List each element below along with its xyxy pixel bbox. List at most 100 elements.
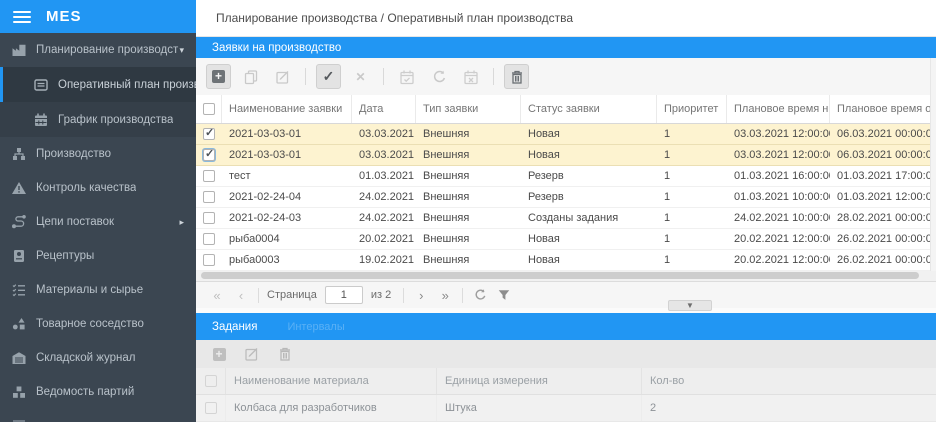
sidebar-item-label: Контроль качества [36, 182, 137, 194]
page-count-label: из 2 [370, 289, 392, 301]
filter-icon [498, 290, 510, 300]
panel-splitter[interactable]: ▼ [196, 300, 936, 313]
toolbar-separator [305, 68, 306, 85]
task-edit-button[interactable] [241, 343, 263, 365]
select-all-cell [196, 368, 226, 394]
horizontal-scrollbar [196, 271, 936, 281]
pagination-separator [258, 287, 259, 303]
table-row[interactable]: 2021-02-24-04 24.02.2021 Внешняя Резерв … [196, 187, 936, 208]
planning-submenu: Оперативный план произв... График произв… [0, 67, 196, 137]
sidebar-item-planning[interactable]: Планирование производства ▾ [0, 33, 196, 67]
hamburger-menu-icon[interactable] [13, 10, 31, 23]
column-header-priority[interactable]: Приоритет [657, 95, 727, 123]
requests-toolbar: + ✓ ✕ [196, 58, 936, 95]
requests-panel-title: Заявки на производство [212, 41, 342, 54]
sidebar-item-partial[interactable] [0, 409, 196, 422]
table-row[interactable]: рыба0003 19.02.2021 Внешняя Новая 1 20.0… [196, 250, 936, 271]
task-delete-button[interactable] [274, 343, 296, 365]
edit-icon [275, 70, 288, 84]
column-header-end[interactable]: Плановое время о... [830, 95, 936, 123]
filter-button[interactable] [493, 288, 515, 302]
row-checkbox[interactable] [203, 233, 215, 245]
tab-intervals[interactable]: Интервалы [287, 321, 344, 333]
refresh-icon [475, 289, 486, 300]
refresh-button[interactable] [426, 64, 451, 89]
sidebar-item-materials[interactable]: Материалы и сырье [0, 273, 196, 307]
toolbar-separator [383, 68, 384, 85]
first-page-button[interactable]: « [206, 288, 228, 303]
sidebar-item-recipes[interactable]: Рецептуры [0, 239, 196, 273]
confirm-button[interactable]: ✓ [316, 64, 341, 89]
tasks-panel-header: Задания Интервалы [196, 313, 936, 340]
breadcrumb: Планирование производства / Оперативный … [196, 0, 936, 37]
row-checkbox[interactable] [203, 147, 215, 161]
sidebar: MES Планирование производства ▾ Оператив… [0, 0, 196, 422]
schedule-confirm-button[interactable] [394, 64, 419, 89]
horizontal-scrollbar-thumb[interactable] [201, 272, 919, 279]
column-header-unit[interactable]: Единица измерения [437, 368, 642, 394]
route-icon [11, 214, 27, 230]
edit-icon [245, 348, 258, 361]
delete-button[interactable] [504, 64, 529, 89]
sidebar-item-label: Производство [36, 148, 111, 160]
refresh-icon [433, 70, 445, 82]
column-header-name[interactable]: Наименование заявки [222, 95, 352, 123]
table-row[interactable]: 2021-02-24-03 24.02.2021 Внешняя Созданы… [196, 208, 936, 229]
table-row[interactable]: Колбаса для разработчиков Штука 2 [196, 395, 936, 422]
add-button[interactable]: + [206, 64, 231, 89]
column-header-date[interactable]: Дата [352, 95, 416, 123]
sidebar-item-batch-register[interactable]: Ведомость партий [0, 375, 196, 409]
row-checkbox[interactable] [203, 191, 215, 203]
row-checkbox[interactable] [203, 126, 215, 140]
checklist-icon [11, 282, 27, 298]
table-row[interactable]: 2021-03-03-01 03.03.2021 Внешняя Новая 1… [196, 145, 936, 166]
collapse-panel-handle[interactable]: ▼ [668, 300, 712, 311]
pagination-separator [462, 287, 464, 303]
sidebar-item-quality-control[interactable]: Контроль качества [0, 171, 196, 205]
collapse-icon: ▼ [686, 300, 694, 310]
row-checkbox[interactable] [203, 212, 215, 224]
table-row[interactable]: тест 01.03.2021 Внешняя Резерв 1 01.03.2… [196, 166, 936, 187]
sidebar-item-operational-plan[interactable]: Оперативный план произв... [0, 67, 196, 102]
pagination-bar: « ‹ Страница из 2 › » [196, 281, 936, 308]
warehouse-icon [11, 350, 27, 366]
edit-button[interactable] [270, 64, 295, 89]
refresh-list-button[interactable] [469, 288, 491, 302]
copy-button[interactable] [238, 64, 263, 89]
tab-tasks[interactable]: Задания [212, 321, 257, 333]
page-label: Страница [267, 289, 317, 301]
column-header-material[interactable]: Наименование материала [226, 368, 437, 394]
calendar-icon [33, 112, 49, 128]
next-page-button[interactable]: › [410, 288, 432, 303]
page-number-input[interactable] [324, 286, 363, 304]
table-row[interactable]: 2021-03-03-01 03.03.2021 Внешняя Новая 1… [196, 124, 936, 145]
row-checkbox[interactable] [203, 170, 215, 182]
task-add-button[interactable]: + [208, 343, 230, 365]
last-page-button[interactable]: » [434, 288, 456, 303]
pagination-separator [403, 287, 405, 303]
column-header-start[interactable]: Плановое время н... [727, 95, 830, 123]
select-all-checkbox[interactable] [202, 103, 215, 115]
prev-page-button[interactable]: ‹ [230, 288, 252, 303]
sidebar-item-warehouse-journal[interactable]: Складской журнал [0, 341, 196, 375]
table-row[interactable]: рыба0004 20.02.2021 Внешняя Новая 1 20.0… [196, 229, 936, 250]
recipe-book-icon [11, 248, 27, 264]
column-header-qty[interactable]: Кол-во [642, 368, 936, 394]
plan-document-icon [33, 77, 49, 93]
cancel-icon: ✕ [355, 69, 366, 84]
sidebar-item-supply-chains[interactable]: Цепи поставок ▸ [0, 205, 196, 239]
sidebar-item-production-schedule[interactable]: График производства [0, 102, 196, 137]
row-checkbox[interactable] [204, 402, 217, 414]
cancel-button[interactable]: ✕ [348, 64, 373, 89]
vertical-scrollbar[interactable] [930, 58, 936, 271]
sidebar-item-product-neighborhood[interactable]: Товарное соседство [0, 307, 196, 341]
column-header-status[interactable]: Статус заявки [521, 95, 657, 123]
sidebar-item-production[interactable]: Производство [0, 137, 196, 171]
trash-icon [280, 347, 290, 361]
schedule-cancel-button[interactable] [458, 64, 483, 89]
sidebar-header: MES [0, 0, 196, 33]
add-icon: + [212, 347, 226, 361]
select-all-checkbox[interactable] [204, 375, 217, 387]
row-checkbox[interactable] [203, 254, 215, 266]
column-header-type[interactable]: Тип заявки [416, 95, 521, 123]
